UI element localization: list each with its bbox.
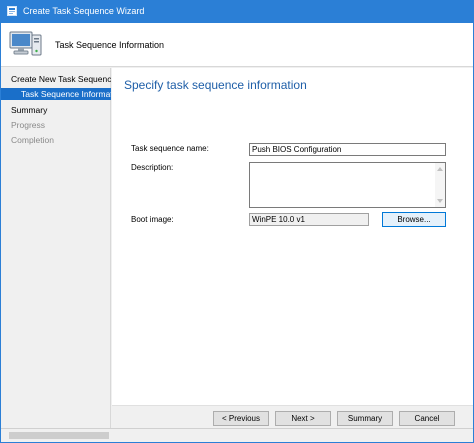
wizard-window: Create Task Sequence Wizard Task Sequenc… — [0, 0, 474, 443]
scroll-up-icon[interactable] — [437, 167, 443, 171]
page-heading: Specify task sequence information — [124, 78, 307, 92]
horizontal-scrollbar[interactable] — [1, 428, 473, 442]
previous-button[interactable]: < Previous — [213, 411, 269, 426]
title-bar[interactable]: Create Task Sequence Wizard — [1, 1, 473, 23]
next-button[interactable]: Next > — [275, 411, 331, 426]
wizard-app-icon — [7, 6, 17, 16]
wizard-footer: < Previous Next > Summary Cancel — [112, 405, 473, 428]
header-title: Task Sequence Information — [55, 40, 165, 50]
sidebar-item-progress: Progress — [11, 120, 46, 130]
description-scrollbar[interactable] — [435, 163, 445, 207]
browse-button[interactable]: Browse... — [382, 212, 446, 227]
sidebar-item-summary: Summary — [11, 105, 48, 115]
task-sequence-name-input[interactable]: Push BIOS Configuration — [249, 143, 446, 156]
window-title: Create Task Sequence Wizard — [23, 6, 145, 16]
summary-button[interactable]: Summary — [337, 411, 393, 426]
sidebar-item-completion: Completion — [11, 135, 54, 145]
scroll-down-icon[interactable] — [437, 199, 443, 203]
description-textarea[interactable] — [249, 162, 446, 208]
boot-image-label: Boot image: — [131, 215, 174, 224]
boot-image-field: WinPE 10.0 v1 — [249, 213, 369, 226]
description-label: Description: — [131, 163, 174, 172]
sidebar-item-create-new-task-sequence: Create New Task Sequence — [11, 74, 111, 84]
scrollbar-thumb[interactable] — [9, 432, 109, 439]
computer-icon — [7, 26, 43, 62]
sidebar-item-task-sequence-information: Task Sequence Informatio — [1, 88, 111, 100]
wizard-content: Specify task sequence information Task s… — [112, 68, 473, 405]
wizard-sidebar: Create New Task Sequence Task Sequence I… — [1, 68, 111, 428]
wizard-header: Task Sequence Information — [1, 23, 473, 67]
cancel-button[interactable]: Cancel — [399, 411, 455, 426]
task-sequence-name-label: Task sequence name: — [131, 144, 209, 153]
